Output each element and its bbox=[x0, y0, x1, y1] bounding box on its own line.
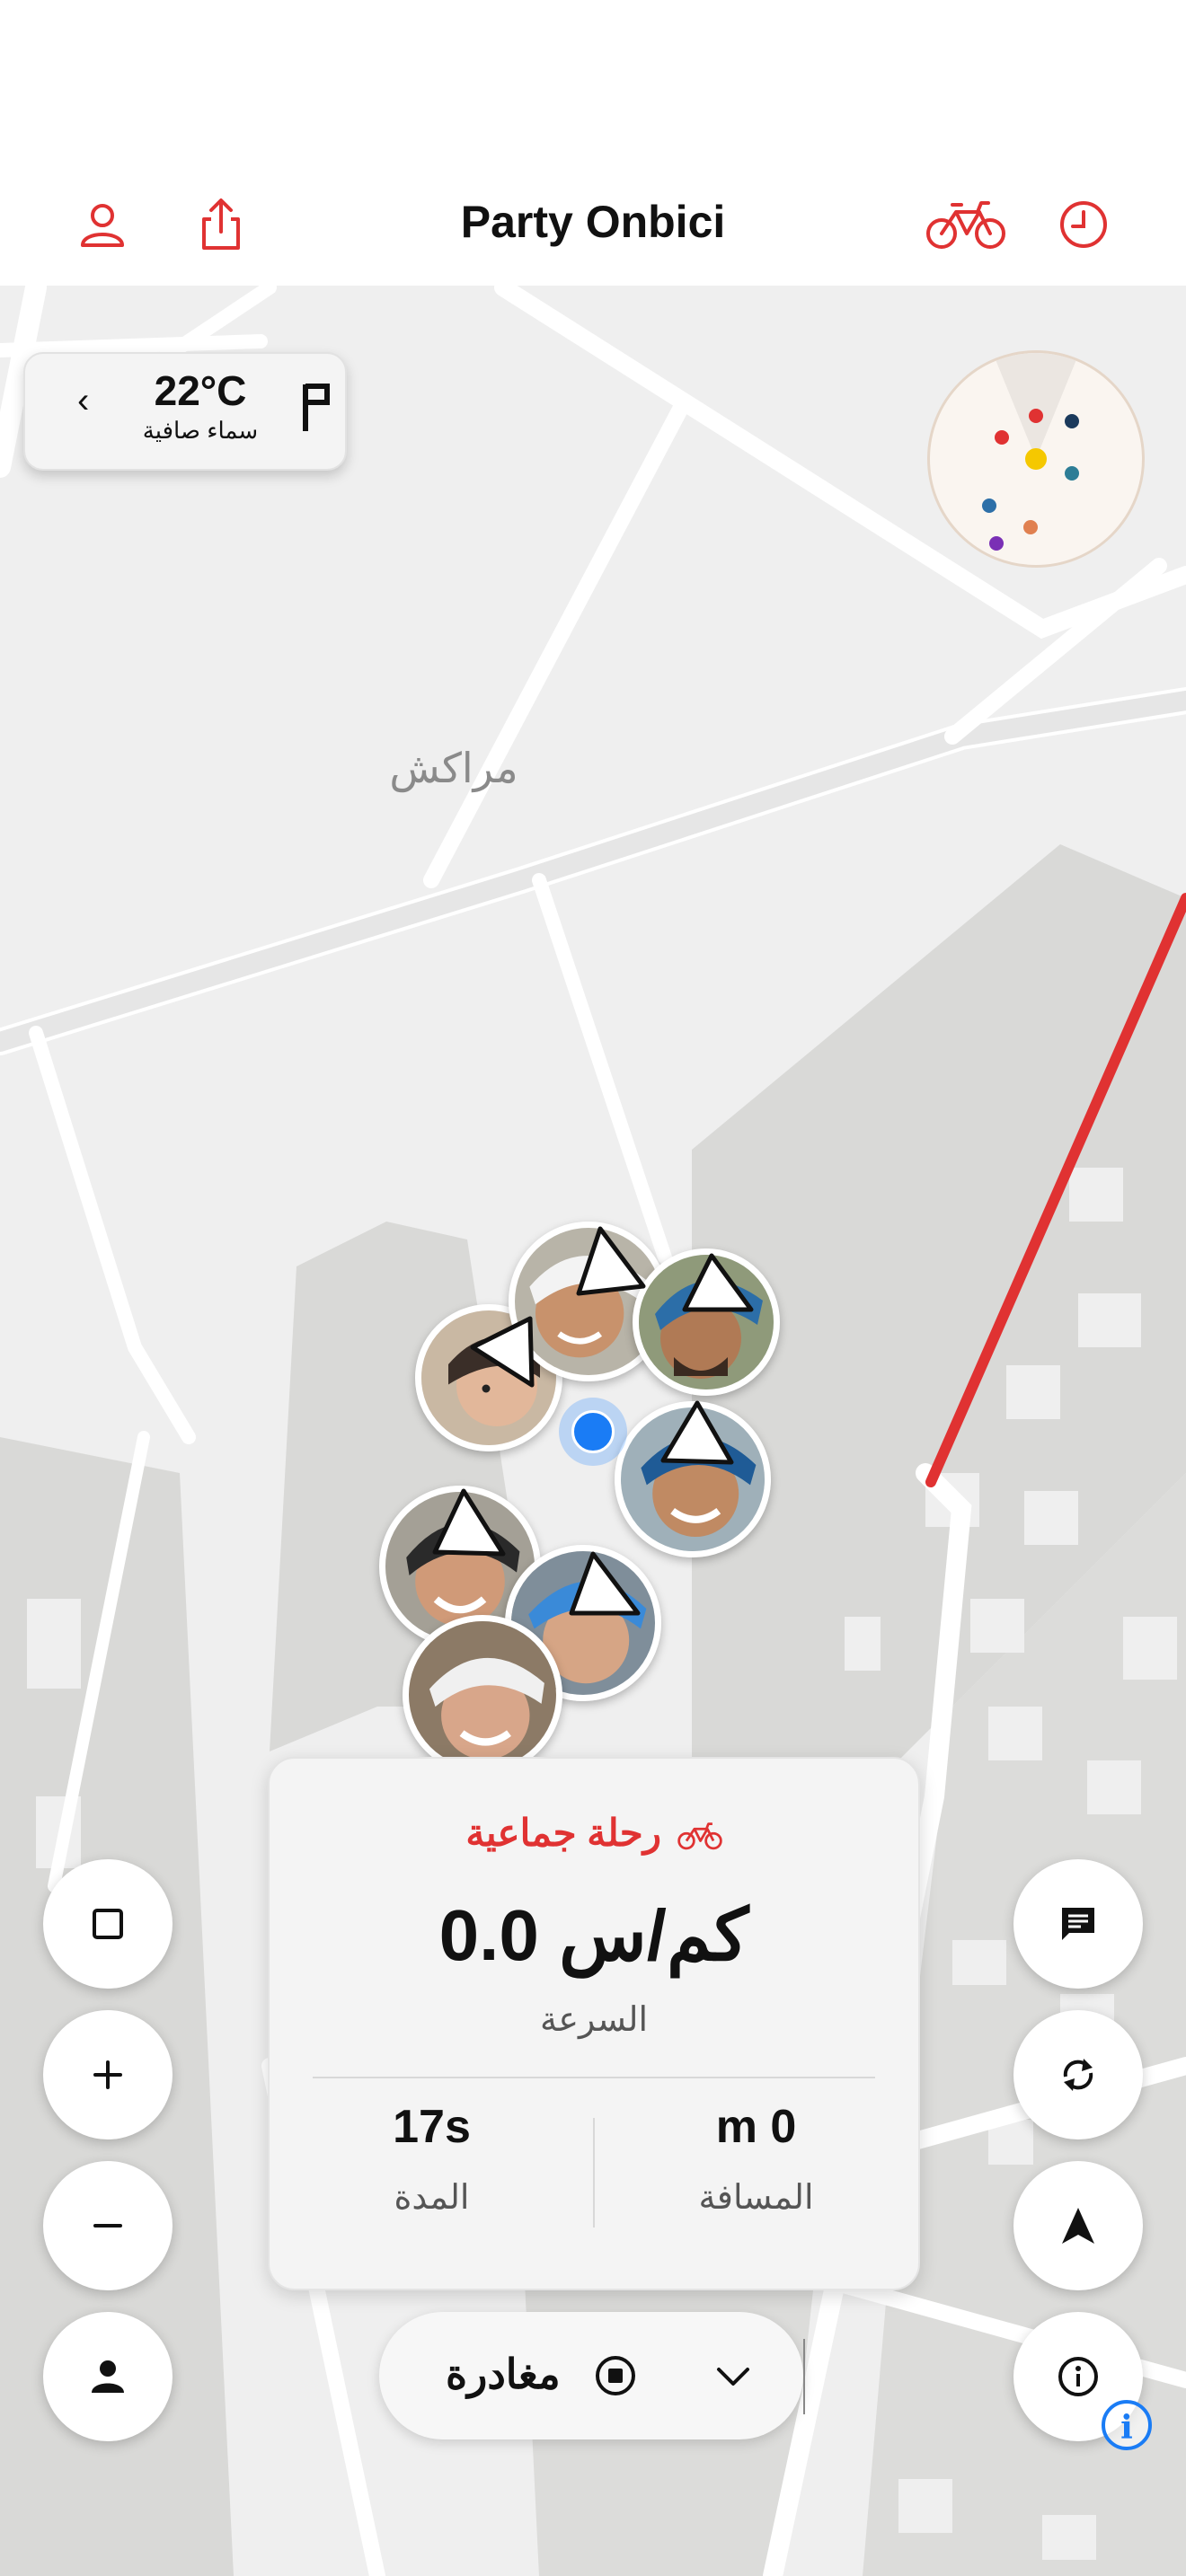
heading-arrow-icon bbox=[470, 1316, 535, 1388]
ride-title-row: رحلة جماعية bbox=[270, 1811, 918, 1855]
bike-icon bbox=[677, 1822, 722, 1850]
heading-arrow-icon bbox=[682, 1253, 754, 1312]
duration-value: 17s bbox=[393, 2101, 471, 2153]
heading-arrow-icon bbox=[576, 1226, 646, 1296]
group-radar[interactable] bbox=[927, 350, 1145, 568]
bike-icon bbox=[926, 201, 1005, 249]
radar-dot bbox=[989, 536, 1004, 551]
map-layer-button[interactable] bbox=[43, 1859, 173, 1989]
bike-mode-button[interactable] bbox=[925, 189, 1006, 260]
chat-icon bbox=[1062, 1908, 1094, 1940]
zoom-in-button[interactable] bbox=[43, 2010, 173, 2139]
chevron-down-icon[interactable] bbox=[713, 2359, 753, 2395]
stop-icon bbox=[596, 2356, 635, 2395]
distance-value: m 0 bbox=[715, 2101, 797, 2153]
zoom-out-icon bbox=[93, 2224, 122, 2228]
map-attribution-icon[interactable]: i bbox=[1102, 2400, 1152, 2450]
page-title: Party Onbici bbox=[460, 197, 726, 247]
zoom-in-icon bbox=[93, 2060, 122, 2089]
radar-dot bbox=[1065, 466, 1079, 481]
my-location-dot bbox=[559, 1398, 627, 1466]
zoom-out-button[interactable] bbox=[43, 2161, 173, 2290]
ride-stats-card: رحلة جماعية 0.0 كم/س السرعة 17s المدة m … bbox=[268, 1757, 920, 2290]
radar-dot bbox=[995, 430, 1009, 445]
heading-arrow-icon bbox=[432, 1488, 506, 1557]
flag-icon bbox=[303, 384, 330, 431]
person-icon bbox=[92, 2360, 124, 2393]
radar-dot bbox=[1023, 520, 1038, 534]
heading-arrow-icon bbox=[569, 1551, 641, 1616]
history-button[interactable] bbox=[1048, 189, 1120, 260]
chevron-left-icon: ‹ bbox=[77, 381, 90, 420]
leave-ride-button[interactable]: مغادرة bbox=[379, 2312, 803, 2439]
members-button[interactable] bbox=[43, 2312, 173, 2441]
navigation-arrow-icon bbox=[1062, 2208, 1094, 2244]
recenter-button[interactable] bbox=[1013, 2161, 1143, 2290]
distance-label: المسافة bbox=[698, 2179, 814, 2217]
leave-label: مغادرة bbox=[446, 2351, 561, 2397]
divider bbox=[313, 2077, 875, 2078]
heading-arrow-icon bbox=[660, 1400, 734, 1465]
history-clock-icon bbox=[1060, 201, 1107, 248]
top-bar: Party Onbici bbox=[0, 0, 1186, 286]
weather-condition: سماء صافية bbox=[142, 417, 259, 444]
member-avatar[interactable] bbox=[403, 1615, 562, 1775]
radar-dot bbox=[1025, 448, 1047, 470]
speed-label: السرعة bbox=[539, 2001, 649, 2039]
speed-value: 0.0 كم/س bbox=[438, 1895, 749, 1975]
square-icon bbox=[93, 1909, 123, 1939]
info-icon bbox=[1058, 2357, 1098, 2396]
radar-view bbox=[982, 353, 1079, 551]
ride-title: رحلة جماعية bbox=[465, 1812, 661, 1854]
weather-temperature: 22°C bbox=[154, 367, 247, 414]
duration-label: المدة bbox=[394, 2179, 470, 2217]
weather-widget[interactable]: ‹ 22°C سماء صافية bbox=[23, 352, 347, 471]
radar-dot bbox=[1065, 414, 1079, 428]
refresh-icon bbox=[1063, 2059, 1093, 2091]
divider bbox=[803, 2339, 805, 2414]
city-label: مراكش bbox=[389, 745, 518, 791]
radar-dot bbox=[982, 498, 996, 513]
chat-button[interactable] bbox=[1013, 1859, 1143, 1989]
refresh-button[interactable] bbox=[1013, 2010, 1143, 2139]
radar-dot bbox=[1029, 409, 1043, 423]
